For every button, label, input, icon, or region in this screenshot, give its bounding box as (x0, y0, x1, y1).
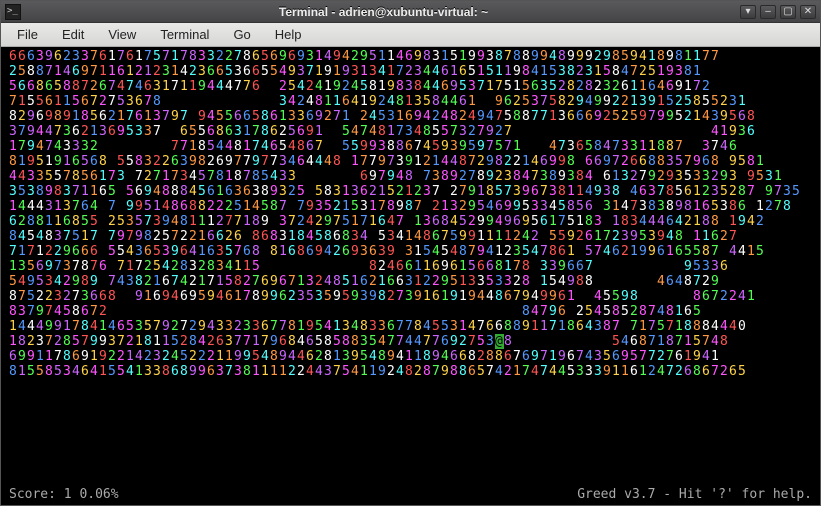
grid-row: 83797458672 84796 25458528748165 (9, 304, 812, 319)
window-menu-button[interactable]: ▾ (740, 5, 756, 19)
grid-row: 1444991784146535792729433233677819541348… (9, 319, 812, 334)
window-controls: ▾ – ▢ ✕ (740, 5, 816, 19)
terminal-output[interactable]: 6663962337617617571783322786569693149429… (1, 47, 820, 487)
help-text: Greed v3.7 - Hit '?' for help. (577, 487, 812, 499)
menubar: File Edit View Terminal Go Help (1, 23, 820, 47)
menu-view[interactable]: View (98, 25, 146, 44)
minimize-button[interactable]: – (760, 5, 776, 19)
grid-row: 7171229666 55436539641635768 81686942693… (9, 244, 812, 259)
status-bar: Score: 1 0.06% Greed v3.7 - Hit '?' for … (1, 487, 820, 505)
grid-row: 13569737876 7172542832834115 82466116961… (9, 259, 812, 274)
menu-go[interactable]: Go (223, 25, 260, 44)
menu-file[interactable]: File (7, 25, 48, 44)
grid-row: 37944736213695337 6556863178625691 54748… (9, 124, 812, 139)
grid-row: 81951916568 5583226398269779773464448 17… (9, 154, 812, 169)
grid-row: 8454837517 797982572216626 8683184586834… (9, 229, 812, 244)
close-button[interactable]: ✕ (800, 5, 816, 19)
window-title: Terminal - adrien@xubuntu-virtual: ~ (27, 5, 740, 19)
grid-row: 6663962337617617571783322786569693149429… (9, 49, 812, 64)
grid-row: 5668658872674746317119444776 25424192458… (9, 79, 812, 94)
player-cursor: @ (495, 334, 504, 349)
maximize-button[interactable]: ▢ (780, 5, 796, 19)
grid-row: 6288116855 253573948111277189 3724297517… (9, 214, 812, 229)
grid-row: 71556115672753678 3424811641924813584461… (9, 94, 812, 109)
terminal-window: Terminal - adrien@xubuntu-virtual: ~ ▾ –… (0, 0, 821, 506)
grid-row: 875223273668 916946959461789962353595939… (9, 289, 812, 304)
terminal-icon (5, 4, 21, 20)
grid-row: 1823728579937218115284263771796846585883… (9, 334, 812, 349)
grid-row: 1444313764 7 995148688222514587 79352153… (9, 199, 812, 214)
grid-row: 4433557856173 727173457818785433 697948 … (9, 169, 812, 184)
grid-row: 6991178691922142324522211995489446281395… (9, 349, 812, 364)
menu-help[interactable]: Help (265, 25, 312, 44)
titlebar[interactable]: Terminal - adrien@xubuntu-virtual: ~ ▾ –… (1, 1, 820, 23)
grid-row: 82969891856217613797 94556658613369271 2… (9, 109, 812, 124)
score-text: Score: 1 0.06% (9, 487, 119, 499)
menu-terminal[interactable]: Terminal (150, 25, 219, 44)
grid-row: 1794743332 77185448174654867 55993886745… (9, 139, 812, 154)
grid-row: 5495342989 74382167421715827696713248516… (9, 274, 812, 289)
grid-row: 8155853464155413386899637381111224437541… (9, 364, 812, 379)
grid-row: 353898371165 56948884561636389325 583136… (9, 184, 812, 199)
menu-edit[interactable]: Edit (52, 25, 94, 44)
grid-row: 2588714697116121231423665366554937191931… (9, 64, 812, 79)
